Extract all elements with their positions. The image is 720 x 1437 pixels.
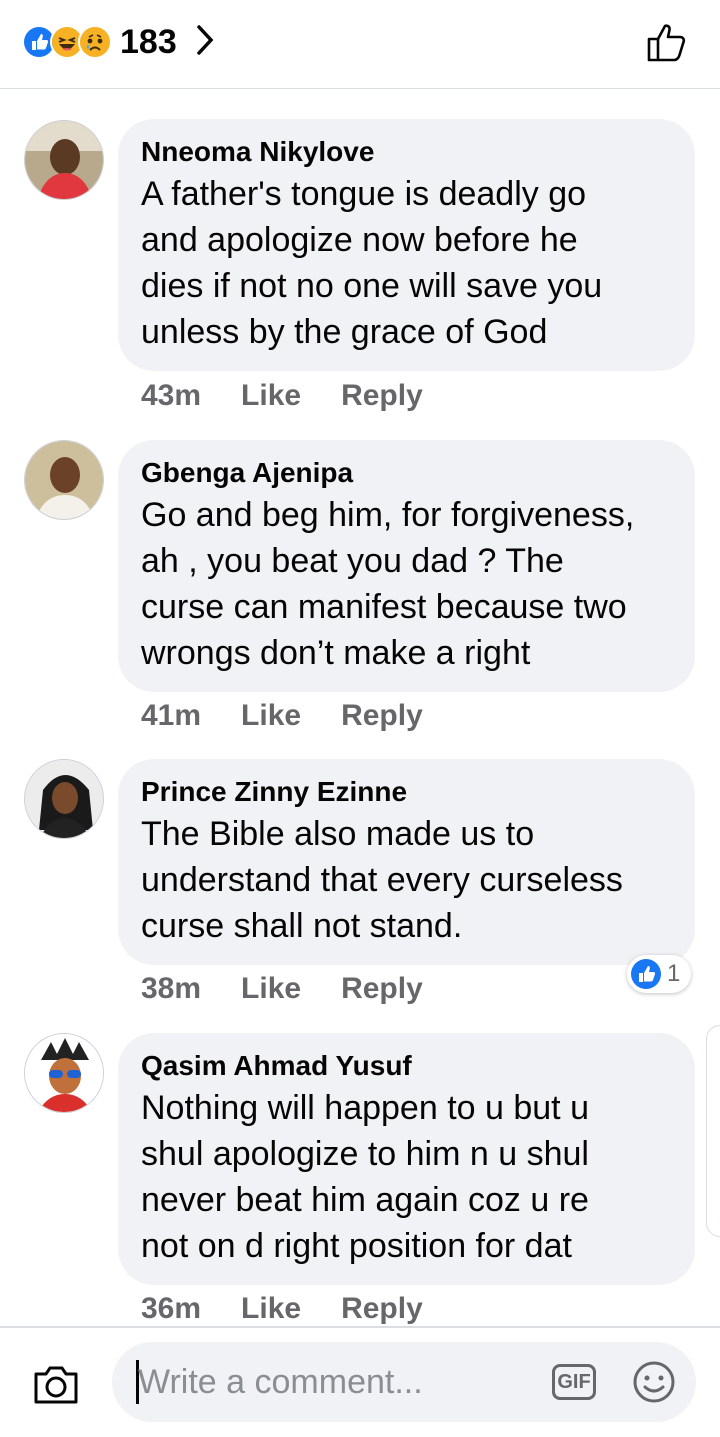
comment-reply-button[interactable]: Reply bbox=[341, 379, 423, 413]
comment-author[interactable]: Qasim Ahmad Yusuf bbox=[141, 1049, 673, 1083]
comment-reply-button[interactable]: Reply bbox=[341, 1292, 423, 1326]
comment-bubble[interactable]: Qasim Ahmad Yusuf Nothing will happen to… bbox=[118, 1033, 695, 1285]
comments-list[interactable]: Nneoma Nikylove A father's tongue is dea… bbox=[0, 88, 720, 1326]
comment-composer-bar: Write a comment... GIF bbox=[0, 1326, 720, 1437]
comment-time[interactable]: 43m bbox=[141, 379, 201, 413]
comment-input[interactable]: Write a comment... GIF bbox=[112, 1342, 696, 1422]
side-panel-handle[interactable] bbox=[706, 1025, 720, 1237]
emoji-button[interactable] bbox=[632, 1360, 676, 1409]
comment-actions: 38m Like Reply bbox=[141, 972, 423, 1006]
reactions-summary[interactable]: 183 bbox=[22, 22, 215, 62]
comment-author[interactable]: Nneoma Nikylove bbox=[141, 135, 673, 169]
chevron-right-icon bbox=[195, 24, 215, 61]
like-reaction-icon bbox=[631, 959, 661, 989]
avatar[interactable] bbox=[24, 440, 104, 520]
comment-text: Go and beg him, for forgiveness, ah , yo… bbox=[141, 496, 635, 672]
reaction-count: 183 bbox=[120, 22, 177, 61]
camera-icon bbox=[34, 1366, 78, 1404]
comment-actions: 41m Like Reply bbox=[141, 699, 423, 733]
comment-author[interactable]: Prince Zinny Ezinne bbox=[141, 775, 673, 809]
comment-bubble[interactable]: Gbenga Ajenipa Go and beg him, for forgi… bbox=[118, 440, 695, 692]
comment-input-placeholder: Write a comment... bbox=[138, 1363, 423, 1401]
comment-like-button[interactable]: Like bbox=[241, 1292, 301, 1326]
comment-reply-button[interactable]: Reply bbox=[341, 699, 423, 733]
comment-like-button[interactable]: Like bbox=[241, 379, 301, 413]
like-post-button[interactable] bbox=[646, 20, 690, 69]
avatar[interactable] bbox=[24, 1033, 104, 1113]
camera-button[interactable] bbox=[32, 1364, 80, 1411]
comment-text: Nothing will happen to u but u shul apol… bbox=[141, 1089, 589, 1265]
comment-time[interactable]: 38m bbox=[141, 972, 201, 1006]
comment-time[interactable]: 36m bbox=[141, 1292, 201, 1326]
avatar[interactable] bbox=[24, 120, 104, 200]
comment-reaction-badge[interactable]: 1 bbox=[627, 955, 691, 993]
comment-reply-button[interactable]: Reply bbox=[341, 972, 423, 1006]
comment-actions: 36m Like Reply bbox=[141, 1292, 423, 1326]
comment-reaction-count: 1 bbox=[667, 960, 681, 987]
comment-like-button[interactable]: Like bbox=[241, 972, 301, 1006]
comment-text: A father's tongue is deadly go and apolo… bbox=[141, 175, 603, 351]
comment-like-button[interactable]: Like bbox=[241, 699, 301, 733]
thumbs-up-icon bbox=[647, 24, 686, 62]
comment-actions: 43m Like Reply bbox=[141, 379, 423, 413]
sad-reaction-icon bbox=[78, 25, 112, 59]
avatar[interactable] bbox=[24, 759, 104, 839]
gif-button[interactable]: GIF bbox=[552, 1364, 596, 1400]
comment-time[interactable]: 41m bbox=[141, 699, 201, 733]
reactions-header: 183 bbox=[0, 0, 720, 89]
comment-text: The Bible also made us to understand tha… bbox=[141, 815, 623, 945]
comment-bubble[interactable]: Prince Zinny Ezinne The Bible also made … bbox=[118, 759, 695, 965]
smiley-icon bbox=[633, 1361, 675, 1403]
comment-author[interactable]: Gbenga Ajenipa bbox=[141, 456, 673, 490]
comment-bubble[interactable]: Nneoma Nikylove A father's tongue is dea… bbox=[118, 119, 695, 371]
